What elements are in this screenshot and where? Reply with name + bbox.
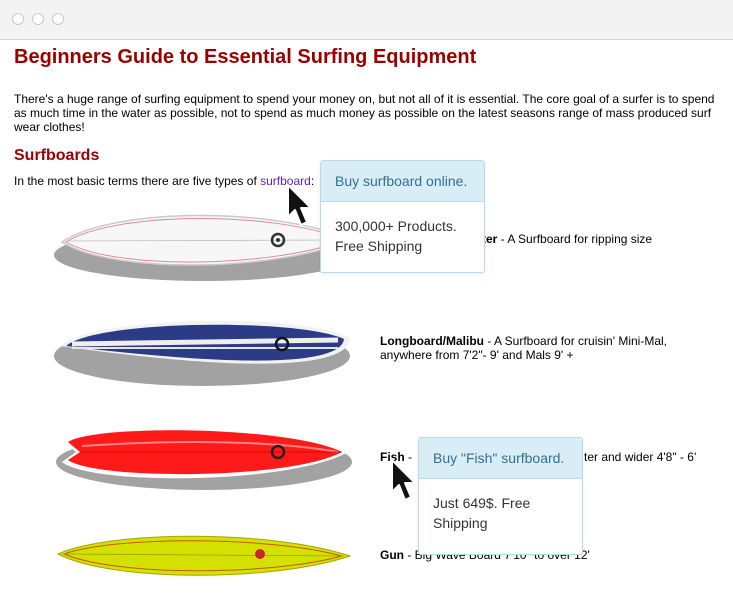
shortboard-text: - A Surfboard for ripping size	[497, 232, 653, 246]
window-maximize-dot[interactable]	[52, 13, 64, 25]
tooltip-header[interactable]: Buy surfboard online.	[321, 161, 484, 202]
tooltip-body: Just 649$. Free Shipping	[433, 495, 531, 531]
longboard-description: Longboard/Malibu - A Surfboard for cruis…	[380, 334, 720, 362]
longboard-text: - A Surfboard for cruisin' Mini-Mal,	[484, 334, 668, 348]
mouse-pointer-icon	[391, 459, 416, 501]
longboard-image	[52, 306, 362, 396]
buy-surfboard-tooltip[interactable]: Buy surfboard online. 300,000+ Products.…	[320, 160, 485, 273]
window-minimize-dot[interactable]	[32, 13, 44, 25]
mouse-pointer-icon	[287, 184, 312, 226]
shortboard-description: ter - A Surfboard for ripping size	[482, 232, 652, 246]
fish-board-image	[52, 410, 362, 500]
gun-name: Gun	[380, 548, 404, 562]
buy-fish-tooltip[interactable]: Buy "Fish" surfboard. Just 649$. Free Sh…	[418, 437, 583, 555]
fish-description-tail: ter and wider 4'8" - 6'	[584, 450, 697, 464]
gun-board-image	[52, 520, 362, 600]
types-prefix: In the most basic terms there are five t…	[14, 174, 261, 188]
longboard-name: Longboard/Malibu	[380, 334, 484, 348]
section-heading: Surfboards	[14, 147, 100, 164]
tooltip-body: 300,000+ Products. Free Shipping	[335, 218, 457, 254]
page-content: Beginners Guide to Essential Surfing Equ…	[0, 40, 733, 600]
tooltip-header[interactable]: Buy "Fish" surfboard.	[419, 438, 582, 479]
intro-paragraph: There's a huge range of surfing equipmen…	[14, 92, 715, 134]
window-close-dot[interactable]	[12, 13, 24, 25]
window-titlebar	[0, 0, 733, 40]
page-title: Beginners Guide to Essential Surfing Equ…	[14, 46, 477, 68]
longboard-text-line2: anywhere from 7'2"- 9' and Mals 9' +	[380, 348, 574, 362]
types-sentence: In the most basic terms there are five t…	[14, 174, 314, 188]
